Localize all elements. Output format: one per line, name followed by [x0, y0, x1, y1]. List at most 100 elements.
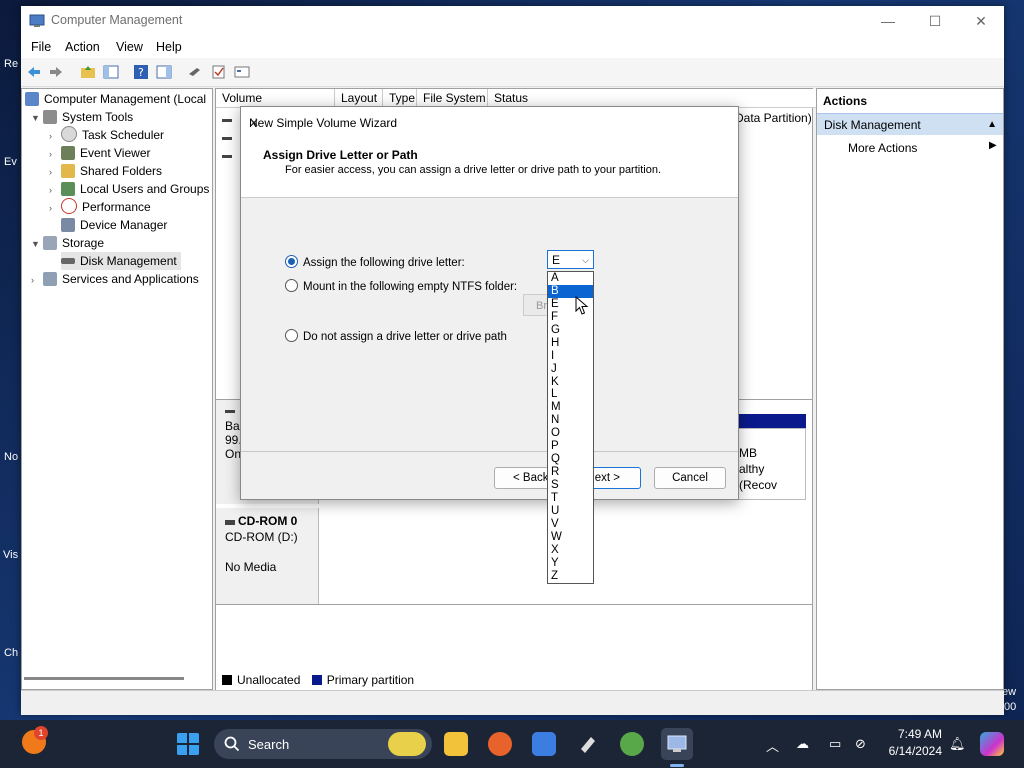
wizard-close-icon[interactable]: ✕ [249, 116, 730, 130]
radio-selected-icon[interactable] [285, 255, 298, 268]
tree-item-performance[interactable]: › Performance [49, 198, 151, 216]
checklist-icon[interactable] [211, 64, 227, 80]
network-status-icon[interactable]: ⊘ [855, 736, 866, 752]
clock-icon [61, 126, 77, 142]
expand-chevron-icon[interactable]: › [49, 181, 61, 199]
users-icon [61, 182, 75, 196]
tree-item-disk-management[interactable]: Disk Management [61, 252, 181, 270]
expand-chevron-icon[interactable]: › [49, 163, 61, 181]
drive-letter-option-i[interactable]: I [548, 350, 593, 363]
copilot-icon[interactable] [980, 732, 1004, 756]
volume-row-icon [222, 137, 232, 140]
tree-item-storage[interactable]: ▼ Storage [31, 234, 104, 252]
collapse-chevron-icon[interactable]: ▼ [31, 235, 43, 253]
tree-item-local-users[interactable]: › Local Users and Groups [49, 180, 209, 198]
drive-letter-option-j[interactable]: J [548, 363, 593, 376]
tree-item-root[interactable]: Computer Management (Local [25, 90, 206, 108]
menu-view[interactable]: View [116, 40, 143, 54]
actions-disk-management[interactable]: Disk Management ▲ [817, 113, 1003, 135]
drive-letter-option-g[interactable]: G [548, 324, 593, 337]
connect-icon[interactable] [187, 64, 203, 80]
expand-chevron-icon[interactable]: › [31, 271, 43, 289]
drive-letter-select[interactable]: E ⌵ [547, 250, 594, 269]
collapse-triangle-icon[interactable]: ▲ [987, 114, 997, 136]
expand-chevron-icon[interactable]: › [49, 199, 61, 217]
radio-no-letter[interactable]: Do not assign a drive letter or drive pa… [285, 329, 507, 343]
firefox-icon[interactable] [488, 732, 512, 756]
cloud-offline-icon[interactable]: ☁ [796, 736, 809, 752]
drive-letter-option-n[interactable]: N [548, 414, 593, 427]
drive-letter-option-q[interactable]: Q [548, 453, 593, 466]
drive-letter-option-m[interactable]: M [548, 401, 593, 414]
drive-letter-list[interactable]: ABEFGHIJKLMNOPQRSTUVWXYZ [547, 271, 594, 584]
clock-date: 6/14/2024 [888, 744, 942, 758]
system-clock[interactable]: 7:49 AM 6/14/2024 [889, 726, 942, 760]
menu-file[interactable]: File [31, 40, 51, 54]
drive-letter-option-l[interactable]: L [548, 388, 593, 401]
minimize-button[interactable]: — [865, 6, 911, 36]
menu-action[interactable]: Action [65, 40, 100, 54]
chevron-down-icon[interactable]: ⌵ [582, 251, 589, 269]
tree-item-task-scheduler[interactable]: › Task Scheduler [49, 126, 164, 144]
collapse-chevron-icon[interactable]: ▼ [31, 109, 43, 127]
expand-chevron-icon[interactable]: › [49, 127, 61, 145]
maximize-button[interactable]: ☐ [912, 6, 958, 36]
show-hide-tree-icon[interactable] [103, 64, 119, 80]
cdrom-0-label[interactable]: CD-ROM 0 CD-ROM (D:) No Media [216, 508, 319, 604]
drive-letter-option-a[interactable]: A [548, 272, 593, 285]
drive-letter-option-s[interactable]: S [548, 479, 593, 492]
recovery-partition[interactable]: MB althy (Recov [736, 428, 806, 500]
drive-letter-option-t[interactable]: T [548, 492, 593, 505]
tree-item-services[interactable]: › Services and Applications [31, 270, 199, 288]
network-globe-icon[interactable] [620, 732, 644, 756]
taskbar-search[interactable]: Search [214, 729, 432, 759]
file-explorer-icon[interactable] [444, 732, 468, 756]
drive-letter-option-k[interactable]: K [548, 376, 593, 389]
drive-letter-option-p[interactable]: P [548, 440, 593, 453]
radio-assign-letter[interactable]: Assign the following drive letter: [285, 255, 465, 269]
radio-mount-folder[interactable]: Mount in the following empty NTFS folder… [285, 279, 517, 293]
drive-letter-option-v[interactable]: V [548, 518, 593, 531]
back-arrow-icon[interactable] [26, 64, 42, 80]
tree-horizontal-scrollbar[interactable] [24, 677, 184, 680]
tree-item-shared-folders[interactable]: › Shared Folders [49, 162, 162, 180]
drive-letter-option-z[interactable]: Z [548, 570, 593, 583]
drive-letter-option-w[interactable]: W [548, 531, 593, 544]
expand-chevron-icon[interactable]: › [49, 145, 61, 163]
tree-item-system-tools[interactable]: ▼ System Tools [31, 108, 133, 126]
cdrom-icon [225, 520, 235, 525]
menu-help[interactable]: Help [156, 40, 182, 54]
radio-unselected-icon[interactable] [285, 279, 298, 292]
radio-unselected-icon[interactable] [285, 329, 298, 342]
window-title: Computer Management [51, 13, 183, 27]
disk-icon [225, 410, 235, 413]
properties-icon[interactable] [234, 64, 250, 80]
usb-drive-icon[interactable] [576, 732, 600, 756]
tree-item-event-viewer[interactable]: › Event Viewer [49, 144, 150, 162]
help-icon[interactable]: ? [133, 64, 149, 80]
drive-letter-option-o[interactable]: O [548, 427, 593, 440]
search-icon [224, 736, 240, 752]
submenu-arrow-icon[interactable]: ▶ [989, 140, 997, 151]
up-folder-icon[interactable] [80, 64, 96, 80]
computer-management-taskbar-icon[interactable] [661, 728, 693, 760]
cancel-button[interactable]: Cancel [654, 467, 726, 489]
drive-letter-option-r[interactable]: R [548, 466, 593, 479]
tree-item-device-manager[interactable]: Device Manager [61, 216, 167, 234]
svg-text:?: ? [138, 66, 144, 79]
drive-letter-option-y[interactable]: Y [548, 557, 593, 570]
start-windows-icon[interactable] [176, 732, 200, 756]
drive-letter-option-x[interactable]: X [548, 544, 593, 557]
drive-letter-option-h[interactable]: H [548, 337, 593, 350]
forward-arrow-icon[interactable] [48, 64, 64, 80]
desktop-label-3: No [4, 451, 19, 463]
show-hide-action-pane-icon[interactable] [156, 64, 172, 80]
close-button[interactable]: ✕ [958, 6, 1004, 36]
more-actions-item[interactable]: More Actions [848, 139, 917, 157]
drive-letter-option-u[interactable]: U [548, 505, 593, 518]
notification-badge: 1 [34, 726, 48, 740]
store-icon[interactable] [532, 732, 556, 756]
show-hidden-icons-chevron[interactable]: ︿ [766, 736, 779, 755]
display-icon[interactable]: ▭ [829, 736, 841, 752]
notification-bell-icon[interactable]: 🔔︎ [949, 736, 966, 752]
